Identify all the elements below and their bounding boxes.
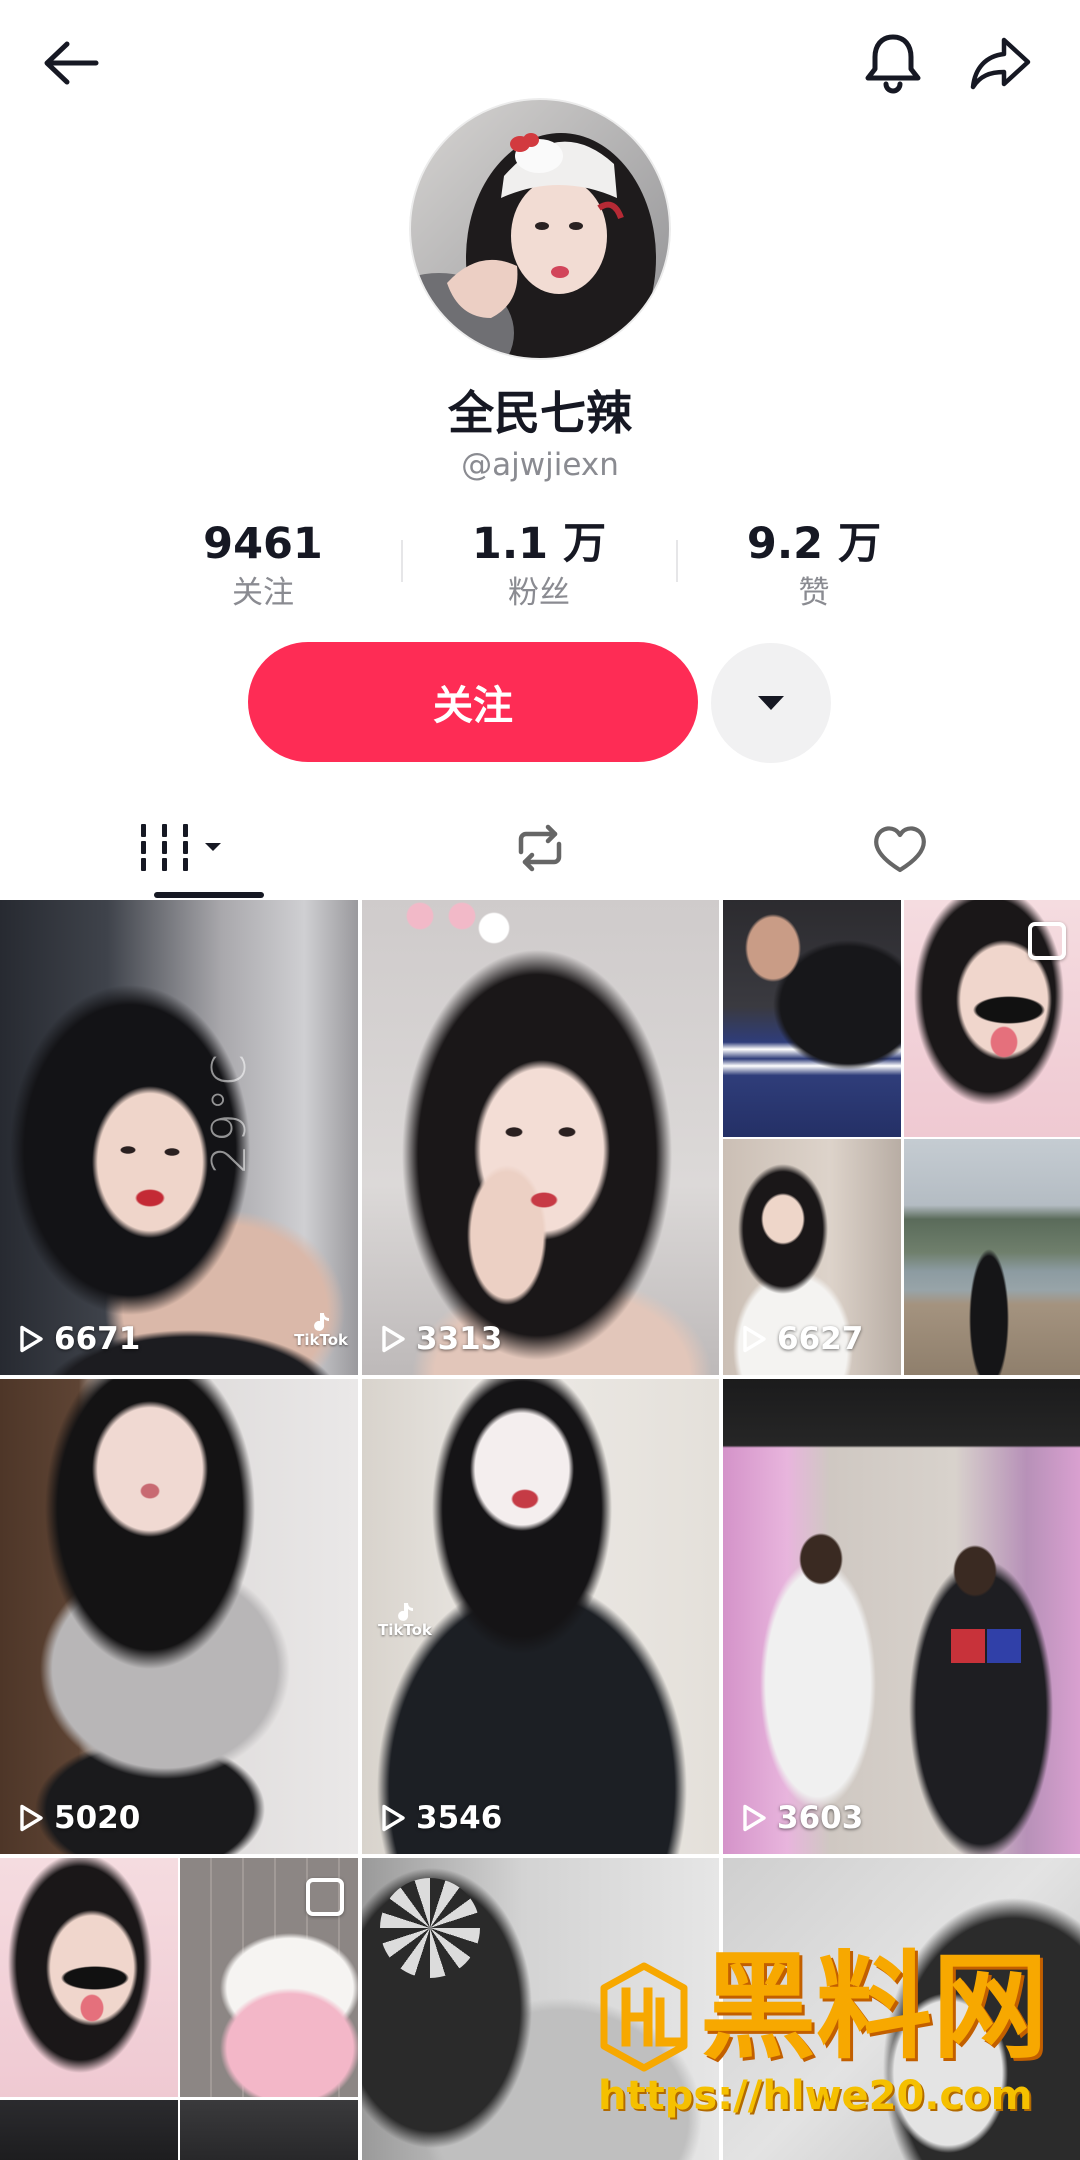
- play-count: 3546: [380, 1798, 502, 1838]
- play-icon: [20, 1325, 43, 1353]
- active-tab-indicator: [154, 892, 264, 898]
- play-icon: [743, 1325, 766, 1353]
- stat-label: 赞: [798, 575, 830, 611]
- share-icon: [970, 37, 1031, 90]
- stat-divider: [401, 540, 403, 582]
- photo-detail: [380, 1878, 480, 1978]
- photo-sticker-text: 29°C: [201, 1052, 256, 1174]
- back-button[interactable]: [40, 36, 102, 90]
- app-watermark-text: TikTok: [378, 1621, 432, 1639]
- app-watermark: TikTok: [378, 1601, 432, 1639]
- profile-screen: 全民七辣 @ajwjiexn 9461 关注 1.1 万 粉丝 9.2 万 赞 …: [0, 0, 1080, 2160]
- video-thumbnail[interactable]: 5020: [0, 1379, 358, 1854]
- bell-icon: [865, 34, 921, 94]
- play-icon: [382, 1325, 405, 1353]
- play-count-value: 6671: [54, 1321, 141, 1357]
- follow-button[interactable]: 关注: [248, 642, 698, 762]
- tab-reposts[interactable]: [360, 800, 720, 896]
- back-arrow-icon: [44, 41, 99, 85]
- play-count: 6627: [741, 1319, 863, 1359]
- tab-liked[interactable]: [720, 800, 1080, 896]
- suggested-accounts-button[interactable]: [711, 643, 831, 763]
- collage-photo: [723, 900, 901, 1137]
- caret-down-icon: [205, 843, 221, 851]
- play-count-value: 3313: [416, 1321, 503, 1357]
- stat-value: 1.1 万: [471, 519, 607, 569]
- watermark-url: https://hlwe20.com: [598, 2073, 1033, 2119]
- heart-icon: [874, 826, 926, 873]
- triangle-down-icon: [758, 696, 784, 710]
- share-button[interactable]: [968, 34, 1034, 92]
- notification-button[interactable]: [862, 30, 924, 96]
- profile-handle: @ajwjiexn: [461, 447, 619, 483]
- stat-label: 粉丝: [508, 575, 570, 611]
- stat-followers[interactable]: 1.1 万 粉丝: [419, 516, 659, 614]
- avatar[interactable]: [409, 98, 671, 360]
- play-icon: [743, 1804, 766, 1832]
- collage-photo: [0, 1858, 178, 2097]
- avatar-photo: [409, 98, 671, 360]
- profile-name: 全民七辣: [448, 386, 632, 440]
- repost-icon: [518, 824, 562, 872]
- play-count: 3313: [380, 1319, 502, 1359]
- photo-post-thumbnail[interactable]: 6627: [723, 900, 1080, 1375]
- video-thumbnail[interactable]: 3313: [362, 900, 719, 1375]
- play-count: 6671: [18, 1319, 140, 1359]
- multi-photo-icon: [1028, 922, 1066, 960]
- stat-value: 9461: [203, 519, 323, 569]
- play-count: 5020: [18, 1798, 140, 1838]
- watermark-logo-icon: [598, 1962, 690, 2072]
- play-icon: [20, 1804, 43, 1832]
- videos-grid-icon: [141, 824, 188, 871]
- stat-value: 9.2 万: [746, 519, 882, 569]
- tab-videos[interactable]: [0, 800, 360, 896]
- watermark-brand: 黑料网: [700, 1940, 1048, 2075]
- video-thumbnail[interactable]: 3603: [723, 1379, 1080, 1854]
- music-note-icon: [314, 1313, 330, 1331]
- collage-photo: [180, 2100, 358, 2160]
- app-watermark-text: TikTok: [294, 1331, 348, 1349]
- play-count-value: 6627: [777, 1321, 864, 1357]
- stat-divider: [676, 540, 678, 582]
- play-count-value: 3546: [416, 1800, 503, 1836]
- video-thumbnail[interactable]: 29°C TikTok 6671: [0, 900, 358, 1375]
- multi-photo-icon: [306, 1878, 344, 1916]
- play-count-value: 3603: [777, 1800, 864, 1836]
- stat-label: 关注: [232, 575, 294, 611]
- video-thumbnail[interactable]: TikTok 3546: [362, 1379, 719, 1854]
- collage-photo: [0, 2100, 178, 2160]
- collage-photo: [904, 1139, 1080, 1375]
- play-count: 3603: [741, 1798, 863, 1838]
- stat-likes[interactable]: 9.2 万 赞: [694, 516, 934, 614]
- play-icon: [382, 1804, 405, 1832]
- music-note-icon: [398, 1603, 413, 1621]
- app-watermark: TikTok: [294, 1311, 348, 1349]
- play-count-value: 5020: [54, 1800, 141, 1836]
- stat-following[interactable]: 9461 关注: [143, 516, 383, 614]
- photo-post-thumbnail[interactable]: [0, 1858, 358, 2160]
